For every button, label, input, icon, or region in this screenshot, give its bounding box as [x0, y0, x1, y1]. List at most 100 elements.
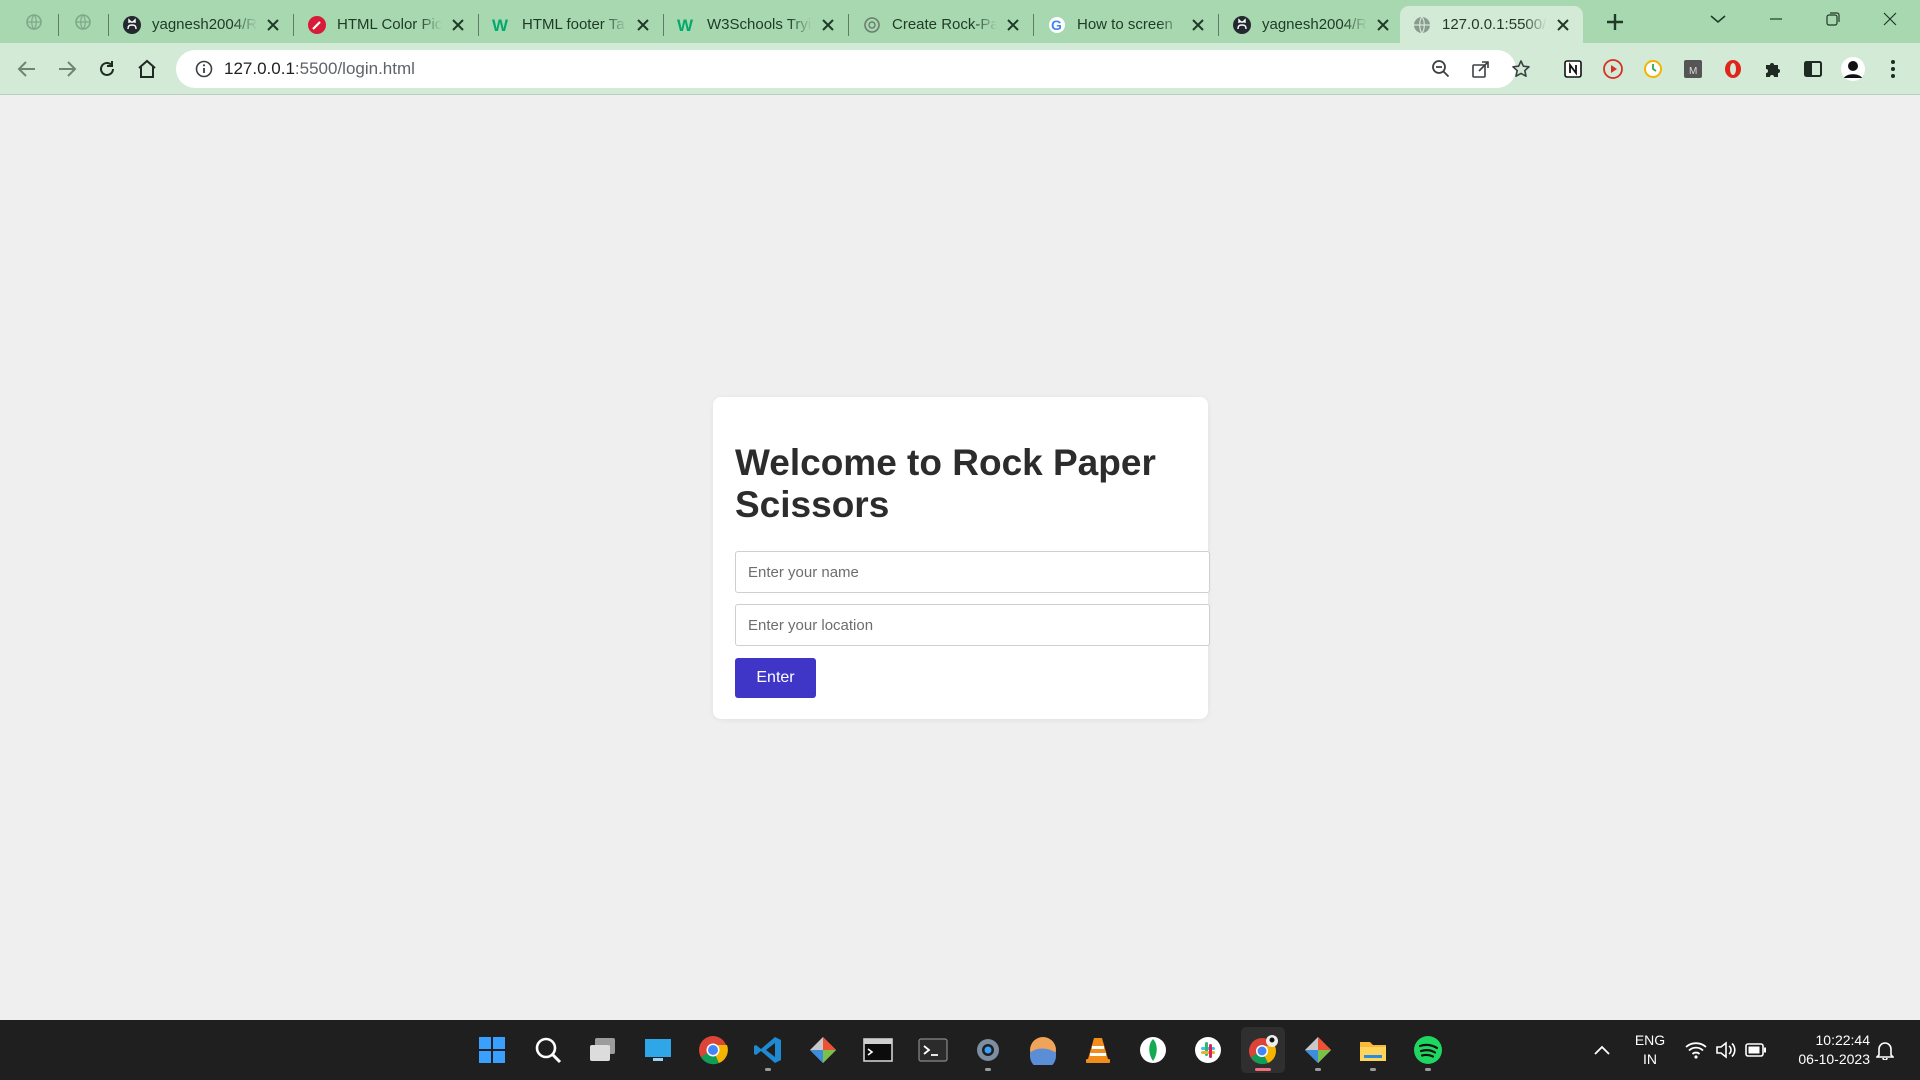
enter-button[interactable]: Enter — [735, 658, 816, 698]
record-extension-icon[interactable] — [1599, 55, 1627, 83]
system-clock[interactable]: 10:22:44 06-10-2023 — [1778, 1031, 1870, 1069]
tab-title: yagnesh2004/R — [152, 16, 257, 33]
bookmark-star-icon[interactable] — [1506, 54, 1536, 84]
pinned-tab-2[interactable] — [61, 6, 105, 38]
vscode-icon[interactable] — [746, 1027, 790, 1073]
running-indicator — [1425, 1068, 1431, 1071]
close-icon[interactable] — [263, 15, 283, 35]
chrome-profile-icon[interactable] — [1241, 1027, 1285, 1073]
git-gui-icon[interactable] — [1296, 1027, 1340, 1073]
tab-search-button[interactable] — [1690, 0, 1746, 38]
tab-w3schools-tryit[interactable]: W W3Schools Tryi — [665, 6, 848, 43]
home-icon — [138, 59, 156, 78]
close-icon[interactable] — [448, 15, 468, 35]
tab-title: HTML footer Ta — [522, 16, 625, 33]
tab-separator — [1218, 14, 1219, 36]
minimize-button[interactable] — [1748, 0, 1804, 38]
tab-color-picker[interactable]: HTML Color Pic — [295, 6, 478, 43]
tab-google-search[interactable]: G How to screen — [1035, 6, 1218, 43]
arrow-right-icon — [59, 61, 77, 77]
svg-text:W: W — [677, 16, 694, 35]
chevron-down-icon — [1710, 15, 1726, 24]
settings-icon[interactable] — [966, 1027, 1010, 1073]
share-icon[interactable] — [1466, 54, 1496, 84]
opera-extension-icon[interactable] — [1719, 55, 1747, 83]
address-bar[interactable]: 127.0.0.1:5500/login.html — [176, 50, 1530, 88]
input-language-indicator[interactable]: ENG IN — [1630, 1031, 1670, 1069]
wifi-icon[interactable] — [1683, 1020, 1709, 1080]
photos-icon[interactable] — [1021, 1027, 1065, 1073]
tab-separator — [58, 14, 59, 36]
clock-date: 06-10-2023 — [1798, 1051, 1870, 1067]
tab-separator — [478, 14, 479, 36]
home-button[interactable] — [132, 54, 162, 84]
zoom-icon[interactable] — [1426, 54, 1456, 84]
battery-icon[interactable] — [1743, 1020, 1769, 1080]
terminal-icon[interactable] — [856, 1027, 900, 1073]
new-tab-button[interactable] — [1598, 8, 1632, 36]
tab-title: How to screen — [1077, 16, 1173, 33]
clock-extension-icon[interactable] — [1639, 55, 1667, 83]
name-input[interactable] — [735, 551, 1210, 593]
chrome-icon[interactable] — [691, 1027, 735, 1073]
svg-text:G: G — [1051, 17, 1062, 33]
window-close-button[interactable] — [1862, 0, 1918, 38]
running-indicator — [985, 1068, 991, 1071]
windows-start-icon[interactable] — [470, 1027, 514, 1073]
side-panel-icon[interactable] — [1799, 55, 1827, 83]
close-icon[interactable] — [1553, 15, 1573, 35]
restore-button[interactable] — [1805, 0, 1861, 38]
spotify-icon[interactable] — [1406, 1027, 1450, 1073]
close-icon[interactable] — [1003, 15, 1023, 35]
close-icon[interactable] — [1188, 15, 1208, 35]
plus-icon — [1607, 14, 1623, 30]
minimize-icon — [1770, 18, 1782, 20]
tab-title: yagnesh2004/R — [1262, 16, 1367, 33]
extensions-puzzle-icon[interactable] — [1759, 55, 1787, 83]
tab-github-1[interactable]: yagnesh2004/R — [110, 6, 293, 43]
close-icon[interactable] — [818, 15, 838, 35]
tab-localhost-active[interactable]: 127.0.0.1:5500/ — [1400, 6, 1583, 43]
location-input[interactable] — [735, 604, 1210, 646]
clock-time: 10:22:44 — [1815, 1032, 1871, 1048]
notification-bell-icon[interactable] — [1872, 1020, 1898, 1080]
git-icon[interactable] — [801, 1027, 845, 1073]
back-button[interactable] — [12, 54, 42, 84]
site-info-icon[interactable] — [184, 60, 224, 78]
close-icon[interactable] — [1373, 15, 1393, 35]
tab-html-footer[interactable]: W HTML footer Ta — [480, 6, 663, 43]
m-extension-icon[interactable]: M — [1679, 55, 1707, 83]
show-hidden-icons-button[interactable] — [1590, 1020, 1614, 1080]
slack-icon[interactable] — [1186, 1027, 1230, 1073]
globe-icon — [26, 14, 42, 30]
forward-button[interactable] — [52, 54, 82, 84]
windows-terminal-icon[interactable] — [911, 1027, 955, 1073]
tab-create-rock-paper[interactable]: Create Rock-Pa — [850, 6, 1033, 43]
svg-text:W: W — [492, 16, 509, 35]
running-indicator — [1370, 1068, 1376, 1071]
tab-separator — [663, 14, 664, 36]
mongodb-icon[interactable] — [1131, 1027, 1175, 1073]
tab-separator — [1033, 14, 1034, 36]
search-icon[interactable] — [526, 1027, 570, 1073]
restore-icon — [1826, 12, 1840, 26]
tab-github-2[interactable]: yagnesh2004/R — [1220, 6, 1403, 43]
vlc-icon[interactable] — [1076, 1027, 1120, 1073]
close-icon[interactable] — [633, 15, 653, 35]
google-icon: G — [1047, 15, 1067, 35]
windows-taskbar: ENG IN 10:22:44 06-10-2023 — [0, 1020, 1920, 1080]
task-view-icon[interactable] — [581, 1027, 625, 1073]
desktop-icon[interactable] — [636, 1027, 680, 1073]
profile-avatar[interactable] — [1839, 55, 1867, 83]
pinned-tab-1[interactable] — [12, 6, 56, 38]
browser-menu-button[interactable] — [1879, 55, 1907, 83]
notion-extension-icon[interactable] — [1559, 55, 1587, 83]
page-viewport: Welcome to Rock Paper Scissors Enter — [0, 96, 1920, 1020]
svg-text:M: M — [1689, 66, 1697, 77]
tab-separator — [108, 14, 109, 36]
url-path: :5500/login.html — [294, 59, 415, 78]
reload-button[interactable] — [92, 54, 122, 84]
reload-icon — [100, 61, 114, 76]
file-explorer-icon[interactable] — [1351, 1027, 1395, 1073]
volume-icon[interactable] — [1713, 1020, 1739, 1080]
